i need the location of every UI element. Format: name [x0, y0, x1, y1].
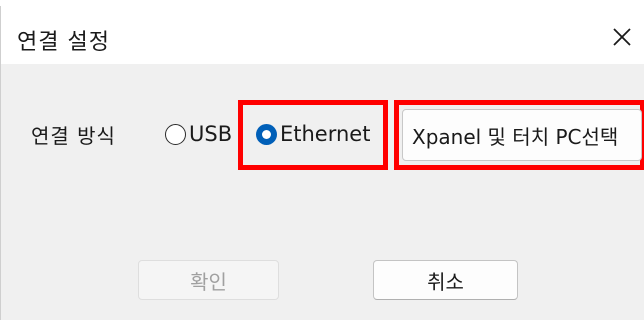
radio-unselected-icon: [165, 123, 186, 145]
radio-ethernet[interactable]: Ethernet: [256, 120, 370, 148]
close-button[interactable]: [605, 20, 639, 54]
device-select-label: Xpanel 및 터치 PC선택: [412, 124, 619, 149]
close-icon: [613, 28, 631, 46]
radio-usb[interactable]: USB: [165, 120, 232, 148]
radio-ethernet-label: Ethernet: [280, 122, 371, 146]
ok-button-label: 확인: [190, 269, 227, 294]
ok-button[interactable]: 확인: [138, 260, 279, 300]
cancel-button[interactable]: 취소: [373, 260, 518, 300]
radio-selected-icon: [256, 123, 277, 145]
device-select-button[interactable]: Xpanel 및 터치 PC선택: [402, 109, 642, 161]
connection-method-label: 연결 방식: [31, 124, 116, 148]
radio-usb-label: USB: [189, 122, 233, 146]
dialog-title: 연결 설정: [17, 30, 110, 55]
cancel-button-label: 취소: [427, 269, 464, 294]
connection-settings-dialog: 연결 설정 연결 방식 USB Ethernet Xpanel 및 터치 PC선…: [0, 6, 644, 320]
title-bar: 연결 설정: [1, 6, 644, 64]
